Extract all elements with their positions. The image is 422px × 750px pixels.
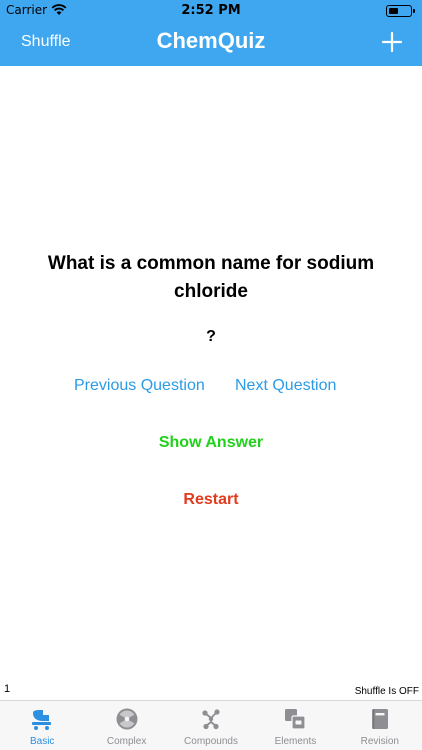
shuffle-button[interactable]: Shuffle	[21, 33, 71, 51]
status-bar: Carrier 2:52 PM	[0, 0, 422, 22]
molecule-icon	[202, 709, 220, 730]
tab-label-basic: Basic	[29, 736, 55, 747]
tab-elements[interactable]: Elements	[253, 701, 337, 750]
element-tiles-icon	[285, 709, 307, 730]
tab-label-compounds: Compounds	[184, 736, 238, 747]
next-question-button[interactable]: Next Question	[235, 377, 336, 395]
tab-revision[interactable]: Revision	[338, 701, 422, 750]
question-text: What is a common name for sodium chlorid…	[47, 253, 375, 302]
previous-question-button[interactable]: Previous Question	[74, 377, 205, 395]
shuffle-status: Shuffle Is OFF	[354, 686, 419, 697]
tab-bar: Basic Complex Compounds Elements Revisio…	[0, 700, 422, 750]
tab-label-complex: Complex	[106, 736, 147, 747]
stroller-icon	[32, 710, 52, 730]
nav-bar: Shuffle ChemQuiz	[0, 22, 422, 66]
tab-label-revision: Revision	[360, 736, 399, 747]
battery-icon	[386, 5, 415, 17]
status-time: 2:52 PM	[181, 3, 241, 18]
question-counter: 1	[4, 683, 11, 695]
quiz-content: What is a common name for sodium chlorid…	[0, 66, 422, 696]
tab-basic[interactable]: Basic	[0, 701, 84, 750]
radiation-icon	[116, 708, 138, 730]
book-icon	[371, 709, 388, 729]
plus-icon[interactable]	[380, 30, 404, 54]
show-answer-button[interactable]: Show Answer	[0, 434, 422, 452]
tab-label-elements: Elements	[274, 736, 317, 747]
tab-compounds[interactable]: Compounds	[169, 701, 253, 750]
tab-complex[interactable]: Complex	[84, 701, 168, 750]
answer-text: ?	[206, 328, 216, 345]
restart-button[interactable]: Restart	[0, 491, 422, 509]
